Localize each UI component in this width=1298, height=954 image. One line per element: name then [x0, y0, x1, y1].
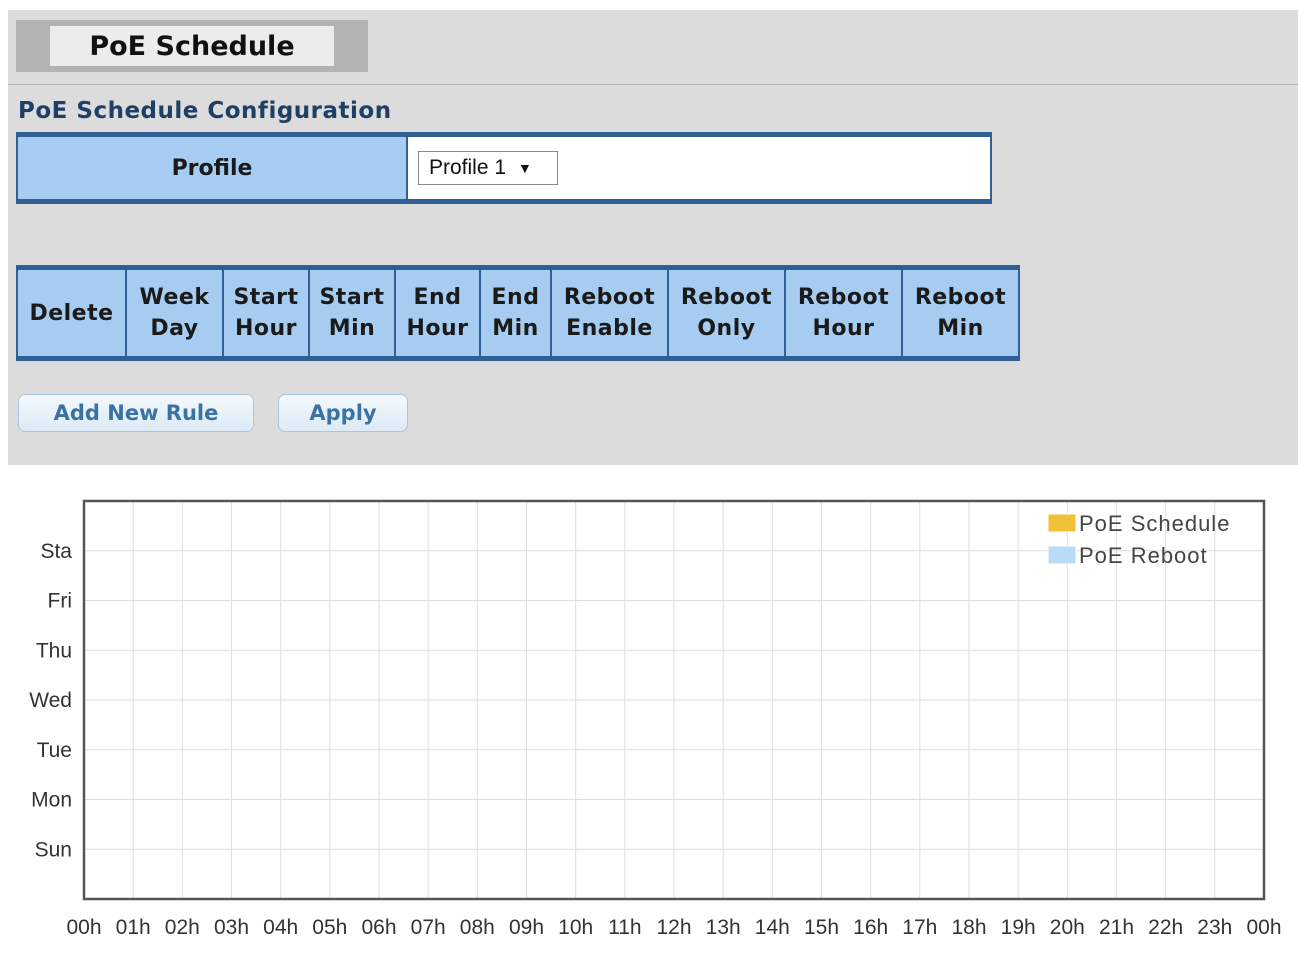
column-header: Start Min	[310, 270, 394, 356]
x-tick-label: 19h	[1001, 916, 1036, 939]
column-header-line2: Min	[328, 316, 376, 341]
column-header-line2: Enable	[566, 316, 653, 341]
x-tick-label: 16h	[853, 916, 888, 939]
column-header-line2: Hour	[234, 316, 298, 341]
column-header-line2: Only	[697, 316, 756, 341]
y-tick-label: Mon	[31, 789, 72, 812]
triangle-down-icon: ▼	[518, 160, 532, 176]
schedule-chart: Sun Mon Tue Wed Thu Fri Sta 00h 01h 02h 03h 04h 05h 0…	[8, 465, 1298, 954]
column-header-line2: Hour	[812, 316, 875, 341]
column-header-line1: Reboot	[797, 285, 890, 310]
x-tick-label: 18h	[951, 916, 986, 939]
x-tick-label: 02h	[165, 916, 200, 939]
profile-select-value: Profile 1	[429, 156, 507, 179]
x-tick-label: 23h	[1197, 916, 1232, 939]
x-tick-label: 00h	[66, 916, 101, 939]
legend-swatch	[1047, 513, 1077, 533]
column-header-line2: Min	[937, 316, 984, 341]
column-header-line2: Hour	[406, 316, 469, 341]
x-tick-label: 12h	[656, 916, 691, 939]
x-tick-label: 08h	[460, 916, 495, 939]
x-tick-label: 01h	[116, 916, 151, 939]
schedule-chart-svg: Sun Mon Tue Wed Thu Fri Sta 00h 01h 02h 03h 04h 05h 0…	[29, 499, 1282, 939]
column-header-line1: Reboot	[680, 285, 773, 310]
column-header-line2: Day	[150, 316, 199, 341]
x-tick-label: 21h	[1099, 916, 1134, 939]
x-tick-label: 11h	[608, 916, 641, 939]
column-header-line1: Reboot	[914, 285, 1007, 310]
legend-label: PoE Schedule	[1079, 511, 1230, 536]
x-tick-label: 05h	[312, 916, 347, 939]
y-tick-label: Wed	[29, 689, 72, 712]
page-title: PoE Schedule	[50, 26, 334, 66]
x-tick-label: 07h	[411, 916, 446, 939]
y-tick-label: Sta	[40, 540, 72, 563]
y-tick-label: Thu	[36, 639, 72, 662]
column-header-line2: Min	[492, 316, 539, 341]
page-background: PoE Schedule PoE Schedule Configuration …	[8, 10, 1298, 954]
rules-table-header: Delete Week Day Start Hour Start Min End Hour End…	[16, 265, 1020, 361]
profile-label: Profile	[16, 137, 406, 199]
x-tick-label: 09h	[509, 916, 544, 939]
x-tick-label: 15h	[804, 916, 839, 939]
x-tick-label: 17h	[902, 916, 937, 939]
column-header-line1: Week	[139, 285, 210, 310]
x-tick-label: 20h	[1050, 916, 1085, 939]
column-header-line1: End	[413, 285, 462, 310]
y-tick-label: Fri	[48, 590, 73, 613]
x-tick-label: 13h	[706, 916, 741, 939]
profile-select[interactable]: Profile 1 ▼	[418, 151, 558, 185]
x-tick-label: 14h	[755, 916, 790, 939]
title-tab: PoE Schedule	[16, 20, 368, 72]
column-header: Start Hour	[224, 270, 308, 356]
x-tick-label: 04h	[263, 916, 298, 939]
x-tick-label: 22h	[1148, 916, 1183, 939]
column-header: End Min	[481, 270, 550, 356]
profile-table: Profile Profile 1 ▼	[16, 132, 992, 204]
column-header-line1: Start	[319, 285, 385, 310]
column-header-line1: Delete	[29, 300, 114, 326]
column-header: End Hour	[396, 270, 479, 356]
column-header-line1: Reboot	[563, 285, 656, 310]
x-tick-label: 10h	[558, 916, 593, 939]
title-divider	[8, 84, 1298, 85]
add-new-rule-button[interactable]: Add New Rule	[18, 394, 254, 432]
legend-swatch	[1047, 545, 1077, 565]
profile-value-cell: Profile 1 ▼	[408, 137, 992, 199]
legend-label: PoE Reboot	[1079, 543, 1208, 568]
column-header: Delete	[18, 270, 125, 356]
y-tick-label: Tue	[37, 739, 72, 762]
column-header: Reboot Hour	[786, 270, 901, 356]
x-tick-label: 03h	[214, 916, 249, 939]
x-tick-label: 00h	[1246, 916, 1281, 939]
x-tick-label: 06h	[361, 916, 396, 939]
column-header-line1: Start	[233, 285, 299, 310]
column-header: Reboot Only	[669, 270, 784, 356]
column-header: Reboot Enable	[552, 270, 667, 356]
column-header: Reboot Min	[903, 270, 1018, 356]
column-header-line1: End	[491, 285, 540, 310]
apply-button[interactable]: Apply	[278, 394, 408, 432]
y-tick-label: Sun	[35, 838, 72, 861]
section-title: PoE Schedule Configuration	[18, 98, 392, 124]
column-header: Week Day	[127, 270, 222, 356]
